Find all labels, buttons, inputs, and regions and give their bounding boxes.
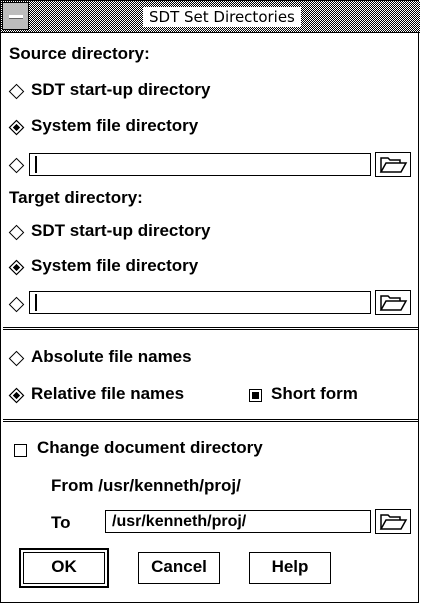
window-title: SDT Set Directories <box>143 7 301 27</box>
source-option-system-label[interactable]: System file directory <box>31 116 198 136</box>
target-heading: Target directory: <box>9 188 143 207</box>
title-bar[interactable]: SDT Set Directories <box>1 1 420 33</box>
source-browse-folder-button[interactable] <box>375 152 411 177</box>
radio-diamond-selected-icon[interactable] <box>8 119 25 136</box>
from-directory-label: From /usr/kenneth/proj/ <box>51 476 241 495</box>
folder-open-icon <box>379 295 408 311</box>
absolute-file-names-label[interactable]: Absolute file names <box>31 347 192 367</box>
window-menu-icon <box>9 15 23 19</box>
target-directory-input[interactable] <box>29 291 371 314</box>
dialog-window: SDT Set Directories Source directory: SD… <box>0 0 420 603</box>
separator <box>3 327 418 330</box>
to-label: To <box>51 513 71 532</box>
change-document-directory-label[interactable]: Change document directory <box>37 438 263 458</box>
checkbox-checked-icon[interactable] <box>249 389 262 402</box>
separator <box>3 419 418 422</box>
radio-diamond-icon[interactable] <box>8 350 25 367</box>
text-caret <box>35 156 37 173</box>
help-button[interactable]: Help <box>249 552 331 584</box>
source-directory-input[interactable] <box>29 153 371 176</box>
window-menu-button[interactable] <box>2 2 29 30</box>
radio-diamond-icon[interactable] <box>8 224 25 241</box>
radio-diamond-icon[interactable] <box>8 296 25 313</box>
relative-file-names-label[interactable]: Relative file names <box>31 384 184 404</box>
to-directory-input[interactable]: /usr/kenneth/proj/ <box>105 510 371 533</box>
checkbox-icon[interactable] <box>14 444 27 457</box>
text-caret <box>35 294 37 311</box>
target-option-startup-label[interactable]: SDT start-up directory <box>31 221 210 241</box>
folder-open-icon <box>379 514 408 530</box>
short-form-label[interactable]: Short form <box>271 384 358 404</box>
cancel-button[interactable]: Cancel <box>138 552 220 584</box>
target-browse-folder-button[interactable] <box>375 290 411 315</box>
radio-diamond-selected-icon[interactable] <box>8 387 25 404</box>
radio-diamond-selected-icon[interactable] <box>8 259 25 276</box>
ok-button[interactable]: OK <box>19 548 109 588</box>
to-browse-folder-button[interactable] <box>375 509 411 534</box>
radio-diamond-icon[interactable] <box>8 157 25 174</box>
source-option-startup-label[interactable]: SDT start-up directory <box>31 80 210 100</box>
source-heading: Source directory: <box>9 44 150 63</box>
to-directory-value: /usr/kenneth/proj/ <box>112 513 247 530</box>
radio-diamond-icon[interactable] <box>8 83 25 100</box>
target-option-system-label[interactable]: System file directory <box>31 256 198 276</box>
folder-open-icon <box>379 157 408 173</box>
